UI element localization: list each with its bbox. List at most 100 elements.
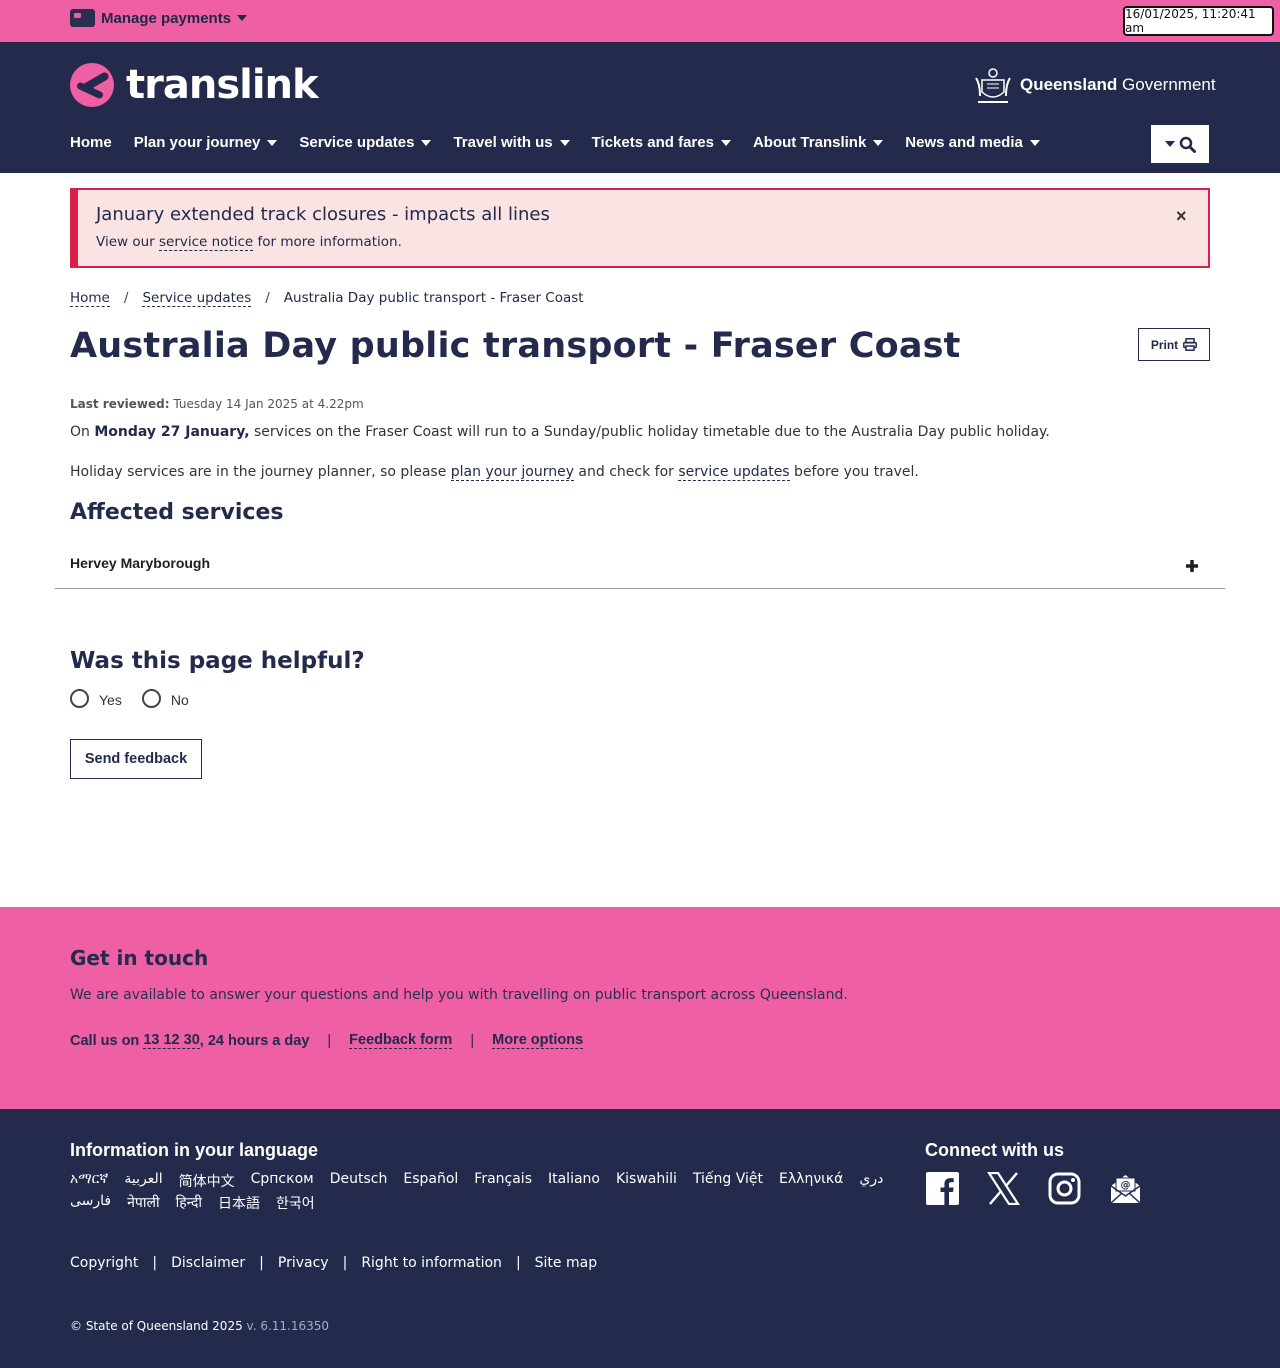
no-radio[interactable] (141, 688, 161, 708)
alert-body: View our service notice for more informa… (96, 234, 402, 251)
copyright-notice: © State of Queensland 2025 v. 6.11.16350 (70, 1319, 329, 1333)
chevron-down-icon (873, 139, 884, 146)
last-reviewed: Last reviewed: Tuesday 14 Jan 2025 at 4.… (70, 397, 364, 411)
language-link[interactable]: فارسی (70, 1193, 111, 1213)
affected-services-heading: Affected services (70, 500, 284, 525)
chevron-down-icon (1029, 139, 1040, 146)
instagram-icon[interactable] (1047, 1171, 1081, 1205)
nav-item-service-updates[interactable]: Service updates (299, 134, 432, 151)
footer-link-copyright[interactable]: Copyright (70, 1255, 138, 1271)
holiday-paragraph: Holiday services are in the journey plan… (70, 464, 919, 481)
language-link[interactable]: हिन्दी (176, 1193, 202, 1213)
nav-item-about-translink[interactable]: About Translink (752, 134, 884, 151)
breadcrumb: Home / Service updates / Australia Day p… (70, 290, 584, 307)
translink-logo[interactable]: translink (70, 62, 319, 108)
more-options-link[interactable]: More options (492, 1032, 584, 1049)
language-heading: Information in your language (70, 1140, 319, 1160)
language-link[interactable]: دري (859, 1171, 883, 1191)
language-link[interactable]: नेपाली (127, 1193, 159, 1213)
service-updates-link[interactable]: service updates (678, 464, 790, 481)
get-in-touch-section: Get in touch We are available to answer … (0, 907, 1280, 1109)
get-in-touch-text: We are available to answer your question… (70, 987, 848, 1003)
chevron-down-icon (559, 139, 570, 146)
accordion-hervey-maryborough[interactable]: Hervey Maryborough (55, 540, 1225, 589)
gov-name-bold: Queensland (1020, 75, 1118, 94)
get-in-touch-heading: Get in touch (70, 946, 209, 970)
last-reviewed-value: Tuesday 14 Jan 2025 at 4.22pm (169, 397, 364, 411)
nav-item-label: Tickets and fares (591, 134, 714, 151)
language-link[interactable]: Italiano (548, 1171, 600, 1191)
divider: | (152, 1255, 158, 1271)
email-newsletter-icon[interactable]: @ (1108, 1171, 1142, 1205)
para1-suffix: services on the Fraser Coast will run to… (249, 424, 1050, 440)
search-icon (1179, 136, 1196, 153)
nav-item-label: Travel with us (453, 134, 553, 151)
service-notice-link[interactable]: service notice (159, 234, 254, 251)
language-link[interactable]: Français (474, 1171, 532, 1191)
site-footer: Information in your language አማርኛ العربية… (0, 1109, 1280, 1368)
nav-item-news-and-media[interactable]: News and media (905, 134, 1040, 151)
language-link[interactable]: 한국어 (276, 1193, 315, 1213)
nav-item-travel-with-us[interactable]: Travel with us (453, 134, 570, 151)
yes-radio[interactable] (70, 688, 89, 708)
no-label[interactable]: No (171, 692, 189, 708)
printer-icon (1183, 338, 1198, 351)
manage-payments-label: Manage payments (101, 9, 232, 27)
language-link[interactable]: 简体中文 (179, 1171, 235, 1191)
footer-link-right-to-information[interactable]: Right to information (361, 1255, 502, 1271)
nav-item-label: Plan your journey (133, 134, 261, 151)
feedback-form-link[interactable]: Feedback form (349, 1032, 453, 1049)
footer-link-site-map[interactable]: Site map (535, 1255, 597, 1271)
send-feedback-button[interactable]: Send feedback (70, 739, 202, 779)
queensland-government-logo[interactable]: Queensland Government (972, 64, 1216, 106)
nav-item-home[interactable]: Home (70, 134, 112, 151)
para2-prefix: Holiday services are in the journey plan… (70, 464, 451, 480)
divider: | (515, 1255, 521, 1271)
main-nav: Home Plan your journey Service updates Trav… (70, 134, 1062, 151)
manage-payments-button[interactable]: Manage payments (70, 9, 248, 27)
translink-logo-icon (70, 63, 114, 107)
divider: | (327, 1032, 332, 1049)
breadcrumb-home[interactable]: Home (70, 290, 110, 307)
service-alert: January extended track closures - impact… (70, 188, 1210, 268)
chevron-down-icon (237, 15, 248, 21)
breadcrumb-service-updates[interactable]: Service updates (142, 290, 252, 307)
language-link[interactable]: Српском (251, 1171, 314, 1191)
page-title: Australia Day public transport - Fraser … (70, 326, 961, 366)
yes-label[interactable]: Yes (99, 692, 122, 708)
language-link[interactable]: Español (403, 1171, 458, 1191)
language-link[interactable]: አማርኛ (70, 1171, 108, 1191)
alert-title: January extended track closures - impact… (96, 204, 550, 225)
print-button[interactable]: Print (1138, 328, 1210, 361)
nav-item-plan-your-journey[interactable]: Plan your journey (134, 134, 278, 151)
intro-paragraph: On Monday 27 January, services on the Fr… (70, 424, 1050, 440)
call-suffix: , 24 hours a day (199, 1032, 310, 1049)
language-link[interactable]: Deutsch (330, 1171, 388, 1191)
x-icon[interactable] (986, 1171, 1020, 1205)
language-link[interactable]: Ελληνικά (779, 1171, 843, 1191)
footer-link-disclaimer[interactable]: Disclaimer (171, 1255, 245, 1271)
card-icon (70, 9, 95, 27)
footer-link-privacy[interactable]: Privacy (278, 1255, 329, 1271)
nav-item-label: About Translink (752, 134, 867, 151)
alert-body-prefix: View our (96, 234, 159, 250)
plus-icon[interactable] (1185, 554, 1199, 577)
plan-journey-link[interactable]: plan your journey (450, 464, 574, 481)
nav-item-label: Home (70, 134, 112, 151)
gov-name-rest: Government (1117, 75, 1216, 94)
language-link[interactable]: 日本語 (218, 1193, 260, 1213)
phone-link[interactable]: 13 12 30 (143, 1032, 200, 1049)
para2-mid: and check for (573, 464, 679, 480)
feedback-heading: Was this page helpful? (70, 648, 365, 674)
close-icon[interactable]: × (1176, 206, 1187, 227)
chevron-down-icon (421, 139, 432, 146)
language-link[interactable]: Kiswahili (616, 1171, 677, 1191)
call-prefix: Call us on (70, 1032, 144, 1049)
language-link[interactable]: Tiếng Việt (693, 1171, 763, 1191)
facebook-icon[interactable] (925, 1171, 959, 1205)
language-link[interactable]: العربية (124, 1171, 162, 1191)
search-toggle-button[interactable] (1151, 125, 1209, 163)
nav-item-tickets-and-fares[interactable]: Tickets and fares (592, 134, 731, 151)
alert-body-suffix: for more information. (253, 234, 402, 250)
clock-overlay: 16/01/2025, 11:20:41 am (1123, 6, 1274, 36)
